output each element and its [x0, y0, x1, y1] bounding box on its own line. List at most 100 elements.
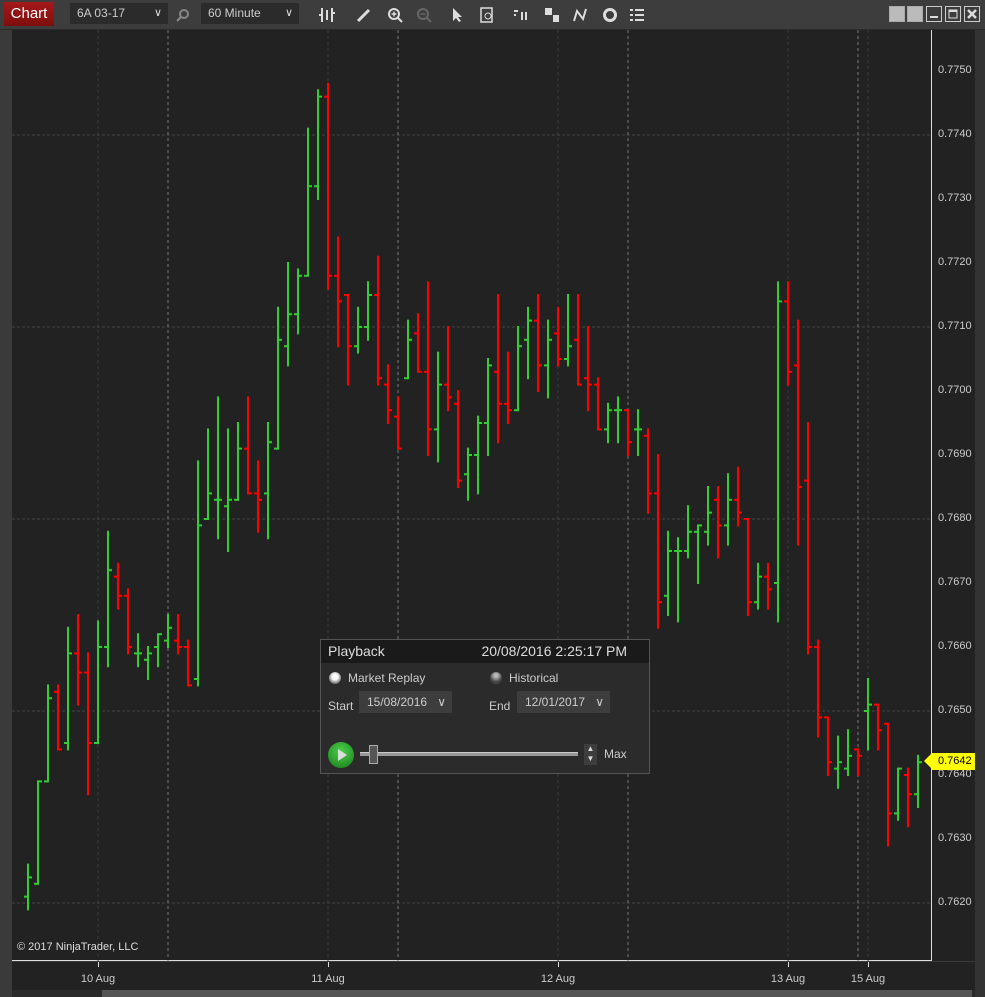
ohlc-bar [624, 409, 632, 456]
speed-spinner[interactable]: ▲ ▼ [584, 744, 597, 765]
ohlc-bar [124, 588, 132, 655]
ohlc-bar [264, 422, 272, 540]
ohlc-bar [914, 754, 922, 808]
time-tick-mark [788, 962, 789, 967]
ohlc-bar [54, 684, 62, 751]
ohlc-bar [764, 562, 772, 610]
chevron-down-icon: ∨ [595, 695, 604, 709]
ohlc-bar [754, 562, 762, 610]
scrollbar-thumb[interactable] [102, 990, 972, 997]
ohlc-bar [554, 306, 562, 367]
time-tick-label: 12 Aug [540, 973, 576, 985]
start-date-picker[interactable]: 15/08/2016 ∨ [359, 691, 452, 713]
ohlc-bar [664, 530, 672, 616]
zoom-in-icon[interactable] [384, 4, 406, 26]
ohlc-bar [854, 748, 862, 776]
link-button-2[interactable] [907, 6, 923, 22]
ohlc-bar [614, 396, 622, 444]
ohlc-bar [204, 428, 212, 520]
start-date-value: 15/08/2016 [367, 695, 428, 709]
ohlc-bar [334, 236, 342, 348]
link-button[interactable] [889, 6, 905, 22]
ohlc-bar [794, 319, 802, 546]
ohlc-bar [194, 460, 202, 687]
playback-title: Playback [328, 643, 385, 659]
end-date-picker[interactable]: 12/01/2017 ∨ [517, 691, 610, 713]
ohlc-bar [244, 396, 252, 495]
price-tick-label: 0.7650 [938, 704, 972, 716]
strategies-icon[interactable] [510, 4, 532, 26]
drawing-tools-icon[interactable] [569, 4, 591, 26]
zoom-out-icon[interactable] [413, 4, 435, 26]
ohlc-bar [394, 396, 402, 450]
speed-slider-thumb[interactable] [368, 745, 378, 764]
ohlc-bar [274, 306, 282, 450]
ohlc-bar [694, 524, 702, 584]
ohlc-bar [454, 390, 462, 488]
ohlc-bar [804, 422, 812, 655]
bar-type-icon[interactable] [316, 4, 338, 26]
ohlc-bar [464, 447, 472, 501]
market-replay-radio[interactable] [329, 672, 341, 684]
ohlc-bar [424, 281, 432, 456]
ohlc-bar [474, 415, 482, 495]
ohlc-bar [564, 294, 572, 367]
ohlc-bar [314, 89, 322, 200]
horizontal-scrollbar[interactable] [12, 990, 975, 997]
ohlc-bar [784, 281, 792, 386]
templates-icon[interactable] [541, 4, 563, 26]
ohlc-bar [324, 82, 332, 290]
ohlc-bar [634, 409, 642, 456]
ohlc-bar [364, 281, 372, 341]
chart-toolbar: Chart 6A 03-17 ∨ 60 Minute ∨ [0, 0, 985, 30]
time-tick-label: 10 Aug [80, 973, 116, 985]
ohlc-bar [154, 633, 162, 668]
ohlc-bar [904, 767, 912, 828]
search-icon[interactable] [172, 4, 194, 26]
close-icon[interactable] [964, 6, 980, 22]
ohlc-bar [714, 486, 722, 559]
pointer-icon[interactable] [446, 4, 468, 26]
price-tick-label: 0.7740 [938, 128, 972, 140]
ohlc-bar [884, 722, 892, 847]
ohlc-bar [284, 262, 292, 367]
ohlc-bar [294, 268, 302, 335]
chart-tab[interactable]: Chart [4, 2, 54, 26]
pencil-icon[interactable] [353, 4, 375, 26]
ohlc-bar [524, 306, 532, 380]
ohlc-bar [84, 652, 92, 796]
price-axis[interactable]: 0.7750 0.7740 0.7730 0.7720 0.7710 0.7700 0.76… [924, 30, 975, 961]
end-label: End [489, 699, 511, 713]
instrument-selector[interactable]: 6A 03-17 ∨ [70, 3, 168, 24]
ohlc-bar [724, 473, 732, 546]
maximize-icon[interactable] [945, 6, 961, 22]
ohlc-bar [404, 319, 412, 380]
reload-icon[interactable] [599, 4, 621, 26]
historical-radio[interactable] [490, 672, 502, 684]
ohlc-bar [114, 562, 122, 610]
playback-datetime: 20/08/2016 2:25:17 PM [481, 643, 627, 659]
ohlc-bar [604, 402, 612, 444]
chart-panel[interactable]: © 2017 NinjaTrader, LLC [12, 30, 932, 961]
properties-list-icon[interactable] [626, 4, 648, 26]
ohlc-bar [24, 863, 32, 911]
play-icon [338, 749, 347, 761]
start-label: Start [328, 699, 354, 713]
ohlc-bar [834, 735, 842, 789]
interval-selector[interactable]: 60 Minute ∨ [201, 3, 299, 24]
play-button[interactable] [328, 742, 354, 768]
ohlc-bar [864, 678, 872, 751]
ohlc-bar [434, 351, 442, 463]
ohlc-bar [44, 684, 52, 783]
ohlc-bar [414, 313, 422, 373]
ohlc-bar [64, 626, 72, 751]
ohlc-bar [814, 639, 822, 738]
ohlc-bar [744, 518, 752, 616]
time-axis[interactable]: 10 Aug 11 Aug 12 Aug 13 Aug 15 Aug [12, 962, 975, 990]
data-box-icon[interactable] [476, 4, 498, 26]
speed-slider-track[interactable] [360, 752, 578, 756]
window-border [975, 30, 985, 997]
price-chart[interactable] [12, 30, 932, 961]
ohlc-bar [734, 466, 742, 527]
minimize-icon[interactable] [926, 6, 942, 22]
